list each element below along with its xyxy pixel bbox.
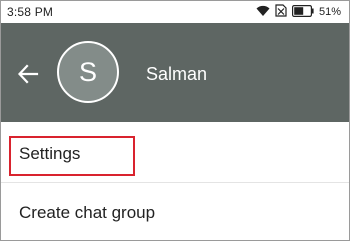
menu-item-label: Settings (19, 144, 81, 163)
status-time: 3:58 PM (7, 5, 54, 19)
menu-item-label: Create chat group (19, 203, 156, 222)
menu-item-settings[interactable]: Settings (1, 122, 349, 183)
battery-percent: 51% (318, 6, 341, 18)
menu-item-create-chat-group[interactable]: Create chat group (1, 183, 349, 240)
status-bar: 3:58 PM 51% (1, 1, 349, 23)
avatar[interactable]: S (57, 41, 119, 103)
battery-icon (291, 4, 314, 20)
wifi-icon (256, 5, 270, 20)
back-arrow-icon[interactable] (17, 63, 39, 85)
no-sim-icon (275, 4, 287, 20)
status-icons: 51% (256, 4, 341, 20)
profile-name: Salman (146, 64, 208, 84)
avatar-initial: S (78, 56, 97, 87)
app-window: 3:58 PM 51% S Salman Settings Create cha… (0, 0, 350, 241)
profile-header: S Salman (1, 23, 349, 122)
menu-list: Settings Create chat group (1, 122, 349, 240)
